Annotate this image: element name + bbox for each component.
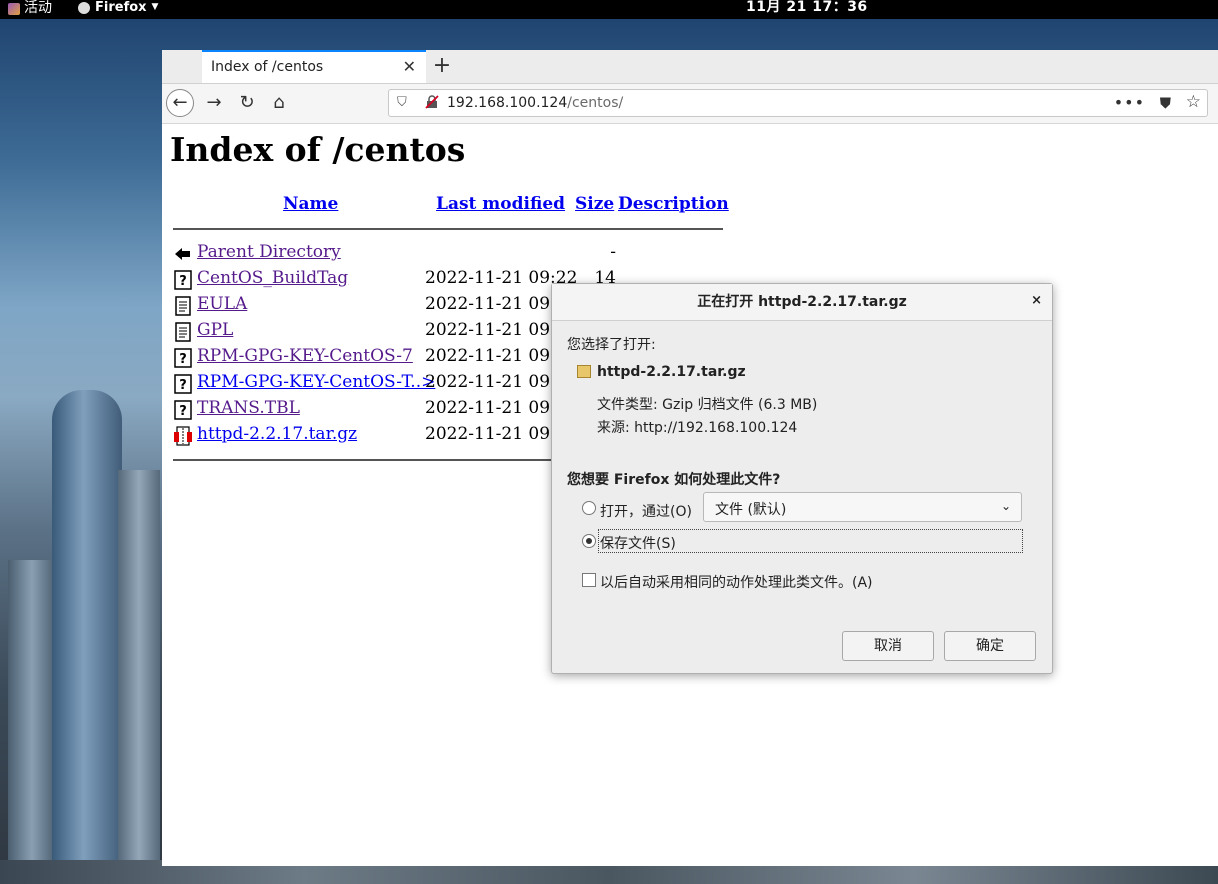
forward-button[interactable]: → (200, 89, 228, 117)
file-link[interactable]: RPM-GPG-KEY-CentOS-7 (197, 346, 413, 366)
activities-icon (8, 2, 20, 15)
save-file-label[interactable]: 保存文件(S) (600, 533, 676, 553)
unknown-file-icon: ? (173, 270, 193, 290)
close-icon[interactable]: × (1031, 293, 1042, 308)
file-link[interactable]: Parent Directory (197, 242, 341, 262)
url-host: 192.168.100.124 (447, 95, 568, 111)
dialog-title: 正在打开 httpd-2.2.17.tar.gz (552, 284, 1052, 321)
header-divider (173, 228, 723, 230)
column-header-name[interactable]: Name (283, 194, 338, 214)
wallpaper-building (8, 560, 56, 884)
file-link[interactable]: TRANS.TBL (197, 398, 300, 418)
column-header-last-modified[interactable]: Last modified (436, 194, 565, 214)
app-menu-label: Firefox (95, 0, 147, 15)
file-link[interactable]: CentOS_BuildTag (197, 268, 348, 288)
text-file-icon (173, 322, 193, 342)
chosen-label: 您选择了打开: (567, 337, 656, 353)
open-with-value: 文件 (默认) (715, 502, 787, 518)
open-with-radio[interactable] (582, 501, 596, 515)
handle-question: 您想要 Firefox 如何处理此文件? (567, 472, 781, 488)
tracking-protection-shield-icon[interactable]: ⛉ (397, 95, 407, 110)
arrow-left-icon: ← (172, 92, 188, 113)
last-modified-cell: 2022-11-21 09:3 (425, 424, 567, 444)
last-modified-cell: 2022-11-21 09:2 (425, 294, 567, 314)
remember-choice-checkbox[interactable] (582, 573, 596, 587)
open-with-label[interactable]: 打开，通过(O) (600, 501, 692, 521)
chevron-down-icon: ⌄ (1000, 499, 1011, 513)
remember-choice-label[interactable]: 以后自动采用相同的动作处理此类文件。(A) (600, 572, 873, 592)
wallpaper-building (52, 390, 122, 884)
back-icon (173, 244, 193, 264)
page-actions-icon[interactable]: ••• (1114, 93, 1145, 112)
back-button[interactable]: ← (166, 89, 194, 117)
archive-file-icon (577, 365, 591, 378)
ok-button[interactable]: 确定 (944, 631, 1036, 661)
unknown-file-icon: ? (173, 374, 193, 394)
svg-text:?: ? (179, 352, 187, 367)
new-tab-button[interactable]: + (428, 53, 456, 81)
save-file-radio[interactable] (582, 534, 596, 548)
page-title: Index of /centos (170, 130, 466, 169)
wallpaper-building (118, 470, 160, 884)
url-text[interactable]: 192.168.100.124/centos/ (447, 95, 623, 111)
table-row: Parent Directory - (170, 242, 730, 268)
clock[interactable]: 11月 21 17：36 (746, 0, 868, 15)
size-cell: - (610, 242, 616, 262)
compressed-file-icon (173, 426, 193, 446)
close-tab-icon[interactable]: ✕ (403, 57, 416, 76)
tab-title: Index of /centos (211, 59, 324, 75)
activities-label: 活动 (24, 0, 52, 16)
home-button[interactable]: ⌂ (265, 89, 293, 117)
nav-bar: ← → ↻ ⌂ ⛉ 192.168.100.124/centos/ ••• ⛊ … (162, 84, 1218, 124)
open-file-dialog: 正在打开 httpd-2.2.17.tar.gz × 您选择了打开: httpd… (551, 283, 1053, 674)
unknown-file-icon: ? (173, 400, 193, 420)
top-bar: 活动 Firefox ▼ 11月 21 17：36 (0, 0, 1218, 19)
arrow-right-icon: → (206, 92, 222, 113)
url-path: /centos/ (567, 95, 624, 111)
firefox-icon (78, 1, 90, 14)
column-header-description[interactable]: Description (618, 194, 729, 214)
file-link[interactable]: GPL (197, 320, 233, 340)
bookmark-star-icon[interactable]: ☆ (1186, 92, 1201, 112)
cancel-button[interactable]: 取消 (842, 631, 934, 661)
home-icon: ⌂ (273, 92, 285, 113)
text-file-icon (173, 296, 193, 316)
pocket-icon[interactable]: ⛊ (1160, 94, 1171, 112)
last-modified-cell: 2022-11-21 09:2 (425, 346, 567, 366)
insecure-connection-icon[interactable] (425, 95, 439, 109)
unknown-file-icon: ? (173, 348, 193, 368)
last-modified-cell: 2022-11-21 09:2 (425, 398, 567, 418)
file-link[interactable]: RPM-GPG-KEY-CentOS-T..> (197, 372, 435, 392)
last-modified-cell: 2022-11-21 09:2 (425, 320, 567, 340)
svg-text:?: ? (179, 378, 187, 393)
reload-button[interactable]: ↻ (233, 89, 261, 117)
file-link[interactable]: EULA (197, 294, 247, 314)
file-link[interactable]: httpd-2.2.17.tar.gz (197, 424, 357, 444)
tab-strip: Index of /centos ✕ + (162, 50, 1218, 84)
activities-button[interactable]: 活动 (8, 0, 52, 17)
reload-icon: ↻ (239, 92, 255, 113)
app-menu-button[interactable]: Firefox ▼ (78, 0, 158, 15)
url-bar[interactable]: ⛉ 192.168.100.124/centos/ ••• ⛊ ☆ (388, 89, 1208, 117)
tab-index-centos[interactable]: Index of /centos ✕ (202, 50, 426, 83)
file-source: 来源: http://192.168.100.124 (597, 420, 798, 436)
chevron-down-icon: ▼ (151, 2, 159, 12)
svg-text:?: ? (179, 274, 187, 289)
column-header-size[interactable]: Size (575, 194, 614, 214)
svg-text:?: ? (179, 404, 187, 419)
file-type: 文件类型: Gzip 归档文件 (6.3 MB) (597, 397, 818, 413)
last-modified-cell: 2022-11-21 09:2 (425, 372, 567, 392)
open-with-select[interactable]: 文件 (默认) ⌄ (703, 492, 1022, 522)
file-name: httpd-2.2.17.tar.gz (597, 364, 746, 380)
